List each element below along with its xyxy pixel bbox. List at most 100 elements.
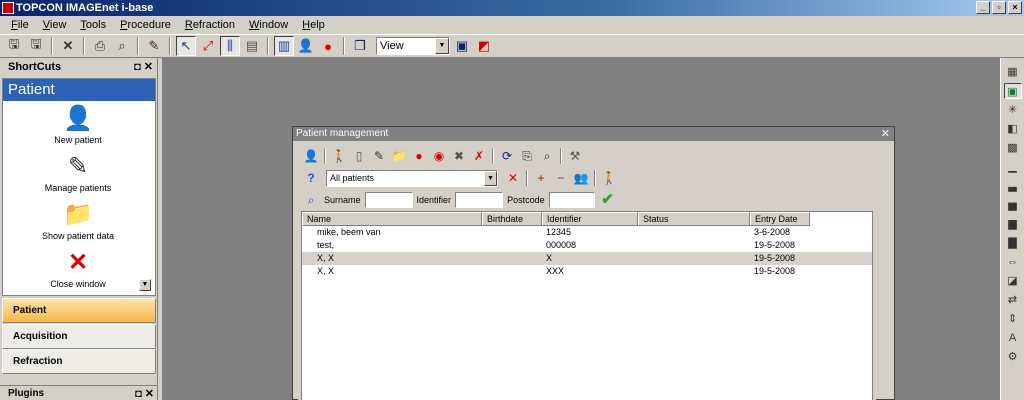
cell-entry-date: 19-5-2008 (754, 266, 796, 276)
menu-window[interactable]: Window (242, 19, 295, 31)
restore-icon[interactable]: ▫ (992, 1, 1006, 14)
menu-help[interactable]: Help (295, 19, 332, 31)
clear-filter-icon[interactable]: ✕ (504, 169, 522, 187)
histogram-icon[interactable]: ▇ (1004, 235, 1022, 251)
chevron-down-icon[interactable]: ▼ (484, 170, 497, 186)
manage-patients-shortcut[interactable]: ✎ Manage patients (3, 153, 153, 193)
dialog-close-icon[interactable]: ✕ (881, 127, 890, 140)
histogram-icon[interactable]: ▆ (1004, 216, 1022, 232)
move-horizontal-icon[interactable]: ⇄ (1004, 292, 1022, 308)
menu-file[interactable]: File (4, 19, 36, 31)
patient-filter-select[interactable]: All patients ▼ (326, 169, 498, 187)
add-patient-icon[interactable]: 👤 (302, 147, 320, 165)
menu-tools[interactable]: Tools (73, 19, 113, 31)
group-icon[interactable]: 👥 (572, 169, 590, 187)
image-icon[interactable]: ▦ (1004, 64, 1022, 80)
record-icon[interactable]: ● (410, 147, 428, 165)
view-select[interactable]: View ▼ (376, 37, 450, 55)
menu-procedure[interactable]: Procedure (113, 19, 178, 31)
patient-folder-icon[interactable]: 📁 (390, 147, 408, 165)
cell-identifier: 000008 (546, 240, 577, 250)
show-patient-data-shortcut[interactable]: 📁 Show patient data (3, 201, 153, 241)
cell-birthdate (482, 239, 542, 252)
histogram-icon[interactable]: ▃ (1004, 178, 1022, 194)
print-preview-icon[interactable]: ⌕ (112, 36, 132, 56)
search-document-icon[interactable]: ⌕ (538, 147, 556, 165)
move-vertical-icon[interactable]: ⇕ (1004, 311, 1022, 327)
edit-icon[interactable]: ✎ (144, 36, 164, 56)
shortcuts-header: ShortCuts ◘ ✕ (0, 58, 157, 76)
record-play-icon[interactable]: ◉ (430, 147, 448, 165)
close-window-shortcut[interactable]: ✕ Close window (3, 249, 153, 289)
column-header-status[interactable]: Status (638, 212, 750, 226)
person-link-icon[interactable]: 🚶 (600, 169, 618, 187)
nav-acquisition[interactable]: Acquisition (2, 324, 156, 349)
edit-icon[interactable]: ✎ (370, 147, 388, 165)
list-icon[interactable]: ▥ (274, 36, 294, 56)
line-icon[interactable]: ◪ (1004, 273, 1022, 289)
column-header-birthdate[interactable]: Birthdate (482, 212, 542, 226)
minimize-icon[interactable]: _ (976, 1, 990, 14)
tools-icon[interactable]: ⚒ (566, 147, 584, 165)
print-icon[interactable]: ⎙ (90, 36, 110, 56)
add-to-group-icon[interactable]: + (532, 169, 550, 187)
compare-icon[interactable]: ⫼ (220, 36, 240, 56)
identifier-input[interactable] (455, 192, 504, 208)
save-as-icon[interactable]: 🖫 (26, 36, 46, 56)
pointer-icon[interactable]: ↖ (176, 36, 196, 56)
record-icon[interactable]: ● (318, 36, 338, 56)
close-icon[interactable]: × (1008, 1, 1022, 14)
person-icon[interactable]: 🚶 (330, 147, 348, 165)
histogram-icon[interactable]: ▁ (1004, 159, 1022, 175)
panel-controls[interactable]: ◘ ✕ (134, 60, 153, 73)
column-header-entry-date[interactable]: Entry Date (750, 212, 810, 226)
delete-icon[interactable]: ✕ (58, 36, 78, 56)
search-document-icon[interactable]: ⎘ (518, 147, 536, 165)
document-icon[interactable]: ▯ (350, 147, 368, 165)
table-row[interactable]: mike, beem van 12345 3-6-2008 (302, 226, 872, 239)
delete-person-icon[interactable]: ✗ (470, 147, 488, 165)
menu-view[interactable]: View (36, 19, 74, 31)
new-patient-shortcut[interactable]: 👤 New patient (3, 105, 153, 145)
remove-from-group-icon[interactable]: − (552, 169, 570, 187)
table-row[interactable]: X, X X 19-5-2008 (302, 252, 872, 265)
search-icon[interactable]: ⌕ (302, 191, 320, 209)
document-icon[interactable]: ▤ (242, 36, 262, 56)
panel-controls[interactable]: ◘ ✕ (135, 387, 154, 400)
monitor-icon[interactable]: ▣ (1003, 83, 1022, 99)
save-icon[interactable]: 🖫 (4, 36, 24, 56)
scroll-down-icon[interactable]: ▼ (139, 279, 151, 291)
measure-icon[interactable]: ⤢ (198, 36, 218, 56)
contrast-icon[interactable]: ◧ (1004, 121, 1022, 137)
column-header-name[interactable]: Name (302, 212, 482, 226)
windows-icon[interactable]: ❐ (350, 36, 370, 56)
flip-horizontal-icon[interactable]: ⇔ (1004, 254, 1022, 270)
fit-window-icon[interactable]: ▣ (452, 36, 472, 56)
zoom-window-icon[interactable]: ◩ (474, 36, 494, 56)
menu-refraction[interactable]: Refraction (178, 19, 242, 31)
table-row[interactable]: test, 000008 19-5-2008 (302, 239, 872, 252)
cell-name: X, X (317, 266, 335, 276)
postcode-input[interactable] (548, 192, 595, 208)
query-icon[interactable]: ? (302, 169, 320, 187)
histogram-icon[interactable]: ▅ (1004, 197, 1022, 213)
brightness-icon[interactable]: ✳ (1004, 102, 1022, 118)
settings-icon[interactable]: ⚙ (1004, 349, 1022, 365)
text-icon[interactable]: A (1004, 330, 1022, 346)
gradient-icon[interactable]: ▩ (1004, 140, 1022, 156)
toolbar-separator (169, 37, 171, 55)
toolbar-separator (594, 170, 596, 186)
check-icon[interactable]: ✔ (599, 191, 617, 209)
column-header-identifier[interactable]: Identifier (542, 212, 638, 226)
refresh-icon[interactable]: ⟳ (498, 147, 516, 165)
patient-folder-icon[interactable]: 👤 (296, 36, 316, 56)
toolbar-separator (324, 148, 326, 164)
surname-input[interactable] (364, 192, 413, 208)
nav-refraction[interactable]: Refraction (2, 349, 156, 374)
search-row: ⌕ Surname Identifier Postcode ✔ (298, 189, 876, 211)
nav-patient[interactable]: Patient (2, 298, 156, 323)
chevron-down-icon[interactable]: ▼ (435, 38, 449, 54)
toolbar-separator (560, 148, 562, 164)
table-row[interactable]: X, X XXX 19-5-2008 (302, 265, 872, 278)
remove-person-icon[interactable]: ✖ (450, 147, 468, 165)
